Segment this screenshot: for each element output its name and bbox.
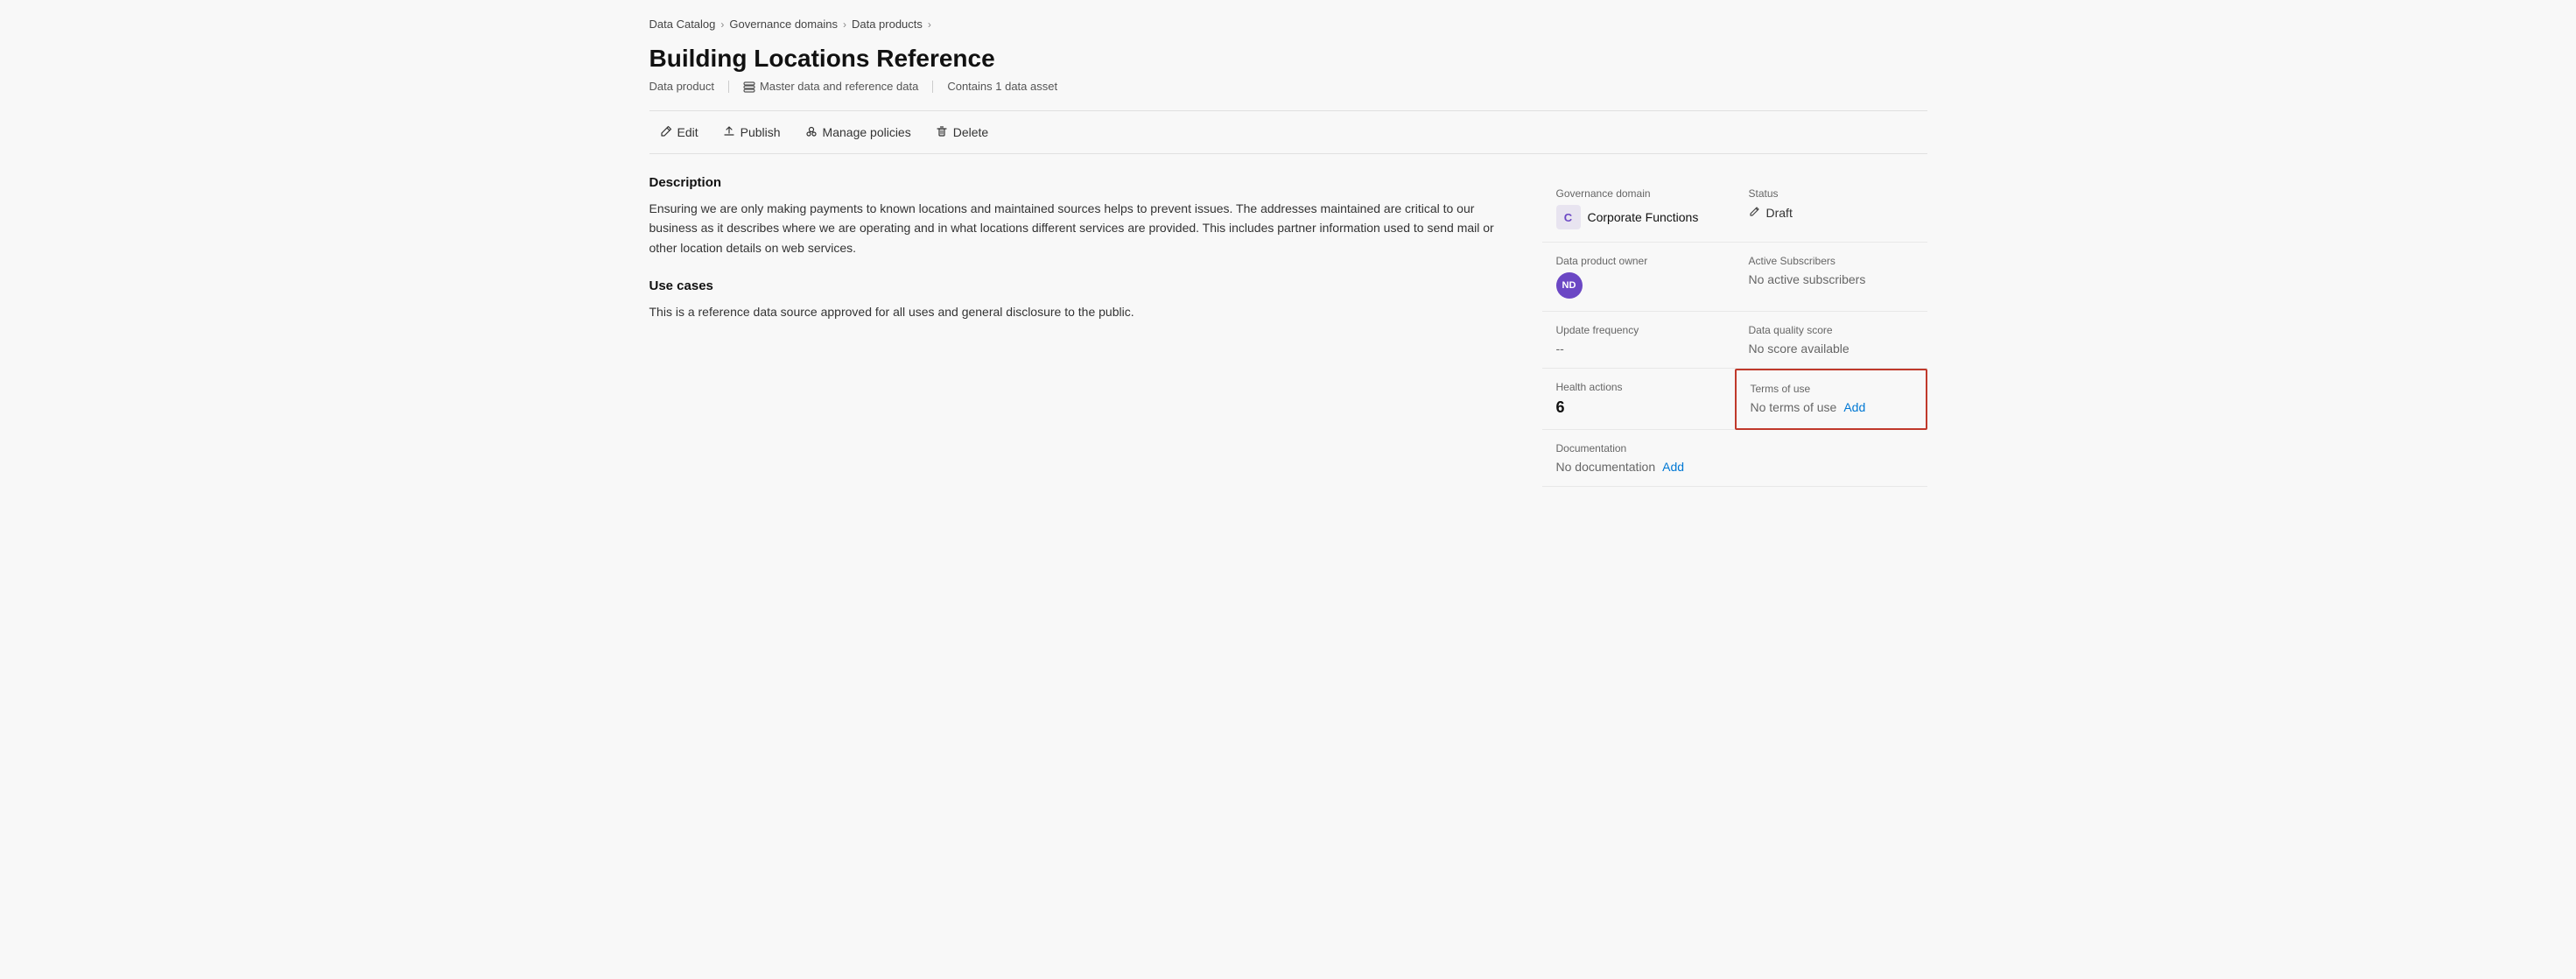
data-quality-score-cell: Data quality score No score available <box>1735 312 1927 369</box>
manage-policies-label: Manage policies <box>823 125 911 139</box>
breadcrumb-sep-2: › <box>843 18 846 31</box>
delete-icon <box>936 125 948 139</box>
update-frequency-value: -- <box>1556 342 1721 356</box>
manage-policies-button[interactable]: Manage policies <box>795 120 922 144</box>
owner-avatar: ND <box>1556 272 1583 299</box>
owner-label: Data product owner <box>1556 255 1721 267</box>
right-sidebar: Governance domain C Corporate Functions … <box>1542 175 1927 487</box>
governance-domain-value: C Corporate Functions <box>1556 205 1721 229</box>
governance-name: Corporate Functions <box>1588 210 1699 224</box>
subtitle-row: Data product Master data and reference d… <box>649 80 1927 93</box>
use-cases-text: This is a reference data source approved… <box>649 302 1507 321</box>
terms-of-use-value: No terms of use Add <box>1751 400 1912 414</box>
page-title: Building Locations Reference <box>649 45 1927 73</box>
subtitle-assets: Contains 1 data asset <box>947 80 1057 93</box>
documentation-value: No documentation Add <box>1556 460 1913 474</box>
owner-cell: Data product owner ND <box>1542 243 1735 312</box>
draft-icon <box>1749 205 1761 220</box>
documentation-cell: Documentation No documentation Add <box>1542 430 1927 487</box>
description-text: Ensuring we are only making payments to … <box>649 199 1507 257</box>
update-frequency-text: -- <box>1556 342 1564 356</box>
documentation-label: Documentation <box>1556 442 1913 454</box>
health-actions-value: 6 <box>1556 398 1721 417</box>
data-quality-score-label: Data quality score <box>1749 324 1913 336</box>
edit-label: Edit <box>677 125 698 139</box>
status-label: Status <box>1749 187 1913 200</box>
terms-of-use-text: No terms of use <box>1751 400 1837 414</box>
health-actions-label: Health actions <box>1556 381 1721 393</box>
terms-of-use-cell: Terms of use No terms of use Add <box>1735 369 1927 430</box>
active-subscribers-label: Active Subscribers <box>1749 255 1913 267</box>
subtitle-divider-2 <box>932 81 933 93</box>
manage-policies-icon <box>805 125 818 139</box>
breadcrumb-sep-3: › <box>928 18 931 31</box>
breadcrumb-data-products[interactable]: Data products <box>852 18 923 31</box>
publish-button[interactable]: Publish <box>712 120 791 144</box>
update-frequency-cell: Update frequency -- <box>1542 312 1735 369</box>
update-frequency-label: Update frequency <box>1556 324 1721 336</box>
main-layout: Description Ensuring we are only making … <box>649 175 1927 487</box>
documentation-text: No documentation <box>1556 460 1656 474</box>
status-value: Draft <box>1749 205 1913 220</box>
publish-icon <box>723 125 735 139</box>
subtitle-type: Data product <box>649 80 714 93</box>
governance-domain-cell: Governance domain C Corporate Functions <box>1542 175 1735 243</box>
edit-button[interactable]: Edit <box>649 120 709 144</box>
delete-button[interactable]: Delete <box>925 120 999 144</box>
use-cases-title: Use cases <box>649 278 1507 293</box>
terms-of-use-label: Terms of use <box>1751 383 1912 395</box>
delete-label: Delete <box>953 125 988 139</box>
page-container: Data Catalog › Governance domains › Data… <box>614 0 1962 979</box>
description-title: Description <box>649 175 1507 190</box>
sidebar-grid: Governance domain C Corporate Functions … <box>1542 175 1927 487</box>
publish-label: Publish <box>741 125 781 139</box>
toolbar: Edit Publish Manage polic <box>649 110 1927 154</box>
subtitle-category: Master data and reference data <box>743 80 918 93</box>
status-text: Draft <box>1766 206 1793 220</box>
database-icon <box>743 81 755 93</box>
health-actions-cell: Health actions 6 <box>1542 369 1735 430</box>
breadcrumb-data-catalog[interactable]: Data Catalog <box>649 18 716 31</box>
owner-value: ND <box>1556 272 1721 299</box>
breadcrumb-governance-domains[interactable]: Governance domains <box>729 18 838 31</box>
breadcrumb-sep-1: › <box>720 18 724 31</box>
edit-icon <box>660 125 672 139</box>
status-cell: Status Draft <box>1735 175 1927 243</box>
active-subscribers-cell: Active Subscribers No active subscribers <box>1735 243 1927 312</box>
active-subscribers-text: No active subscribers <box>1749 272 1866 286</box>
breadcrumb: Data Catalog › Governance domains › Data… <box>649 18 1927 31</box>
documentation-add-link[interactable]: Add <box>1662 460 1684 474</box>
data-quality-score-text: No score available <box>1749 342 1850 356</box>
subtitle-divider-1 <box>728 81 729 93</box>
governance-domain-label: Governance domain <box>1556 187 1721 200</box>
data-quality-score-value: No score available <box>1749 342 1913 356</box>
health-actions-number: 6 <box>1556 398 1565 417</box>
active-subscribers-value: No active subscribers <box>1749 272 1913 286</box>
governance-badge: C <box>1556 205 1581 229</box>
subtitle-category-text: Master data and reference data <box>760 80 918 93</box>
terms-add-link[interactable]: Add <box>1843 400 1865 414</box>
left-content: Description Ensuring we are only making … <box>649 175 1507 343</box>
